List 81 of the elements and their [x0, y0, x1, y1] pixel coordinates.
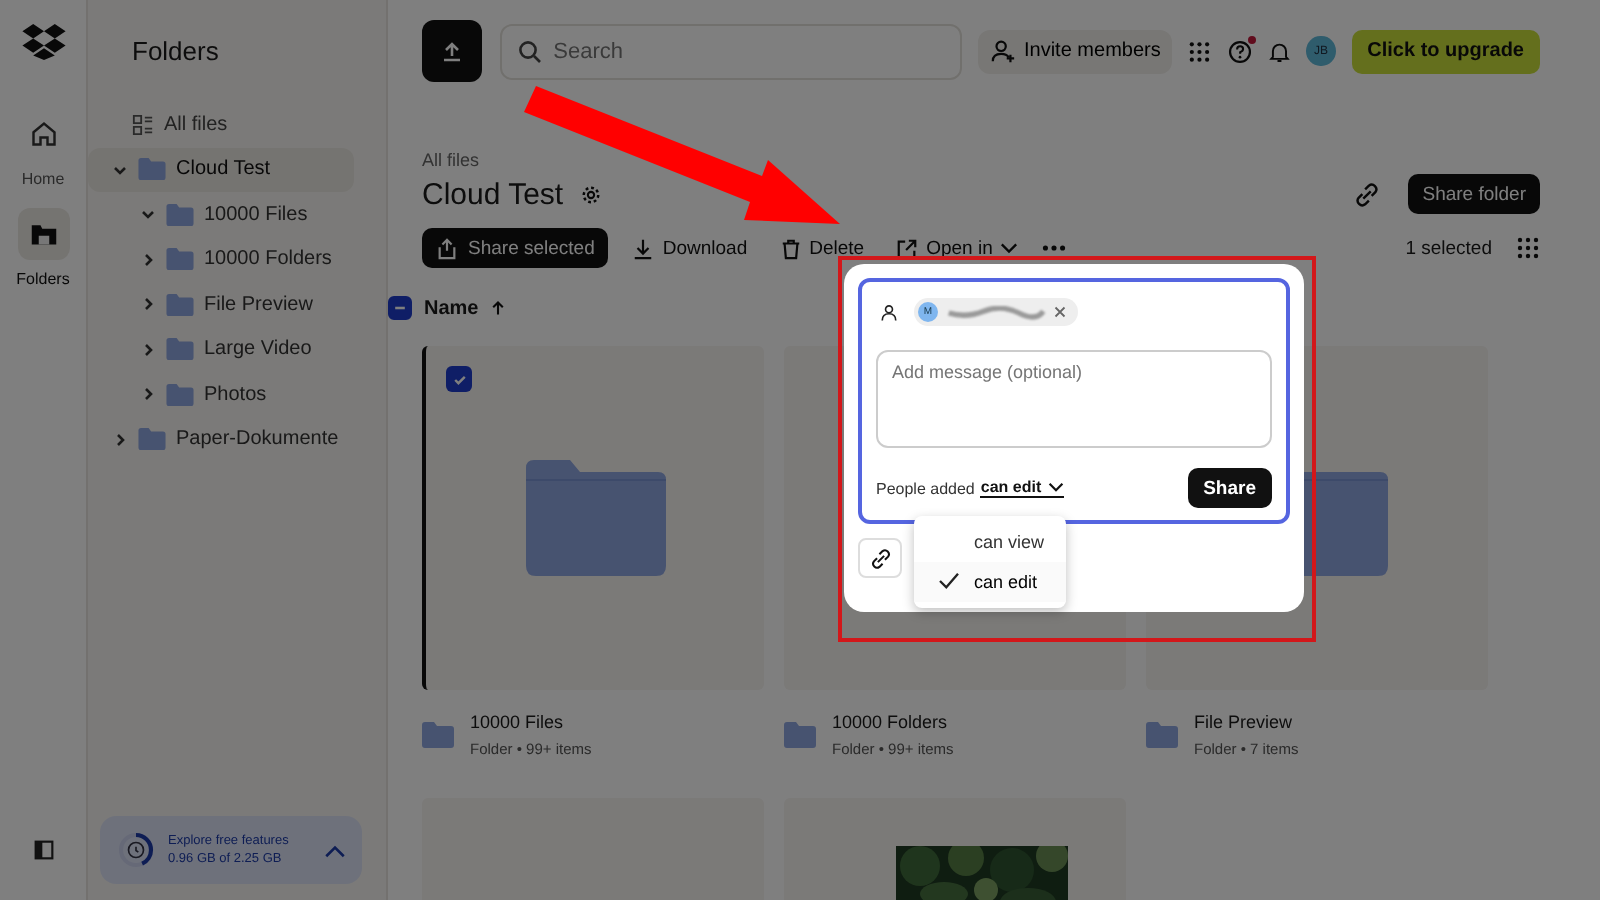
download-icon [632, 237, 655, 259]
all-files-link[interactable]: All files [88, 102, 354, 147]
breadcrumb-link[interactable]: All files [422, 150, 480, 170]
folder-icon [138, 428, 166, 451]
share-button[interactable]: Share [1187, 468, 1272, 508]
folder-tree-item[interactable]: Photos [88, 372, 354, 417]
folder-tree-item[interactable]: Large Video [88, 327, 354, 372]
delete-button[interactable]: Delete [771, 228, 873, 268]
share-icon [436, 237, 458, 259]
folder-icon [784, 722, 816, 748]
share-folder-button[interactable]: Share folder [1408, 174, 1540, 214]
share-selected-button[interactable]: Share selected [422, 228, 609, 268]
download-button[interactable]: Download [624, 228, 756, 268]
folder-icon [166, 338, 194, 361]
settings-icon[interactable] [579, 183, 602, 205]
chevron-icon [1000, 242, 1019, 254]
permission-label: People added [876, 479, 975, 497]
storage-meter-icon [116, 830, 156, 870]
folder-icon [525, 460, 665, 576]
files-icon [132, 113, 154, 136]
folder-icon [29, 220, 57, 248]
chevron-up-icon[interactable] [324, 843, 346, 857]
logo-icon[interactable] [21, 24, 65, 60]
folder-name[interactable]: 10000 Files [470, 712, 592, 732]
check-icon [451, 371, 467, 387]
folder-tree-item[interactable]: File Preview [88, 282, 354, 327]
search-icon [517, 39, 542, 63]
chevron-icon [1047, 482, 1064, 492]
search-field[interactable]: Search [499, 23, 962, 79]
chevron-icon [140, 341, 156, 358]
open-in-button[interactable]: Open in [888, 228, 1027, 268]
help-icon[interactable] [1227, 39, 1252, 63]
sort-arrow-icon[interactable] [490, 300, 507, 316]
folder-tree-item[interactable]: 10000 Folders [88, 237, 354, 282]
chevron-icon [140, 296, 156, 313]
folder-tree-item[interactable]: Paper-Dokumente [88, 417, 354, 462]
sidebar-toggle-icon[interactable] [33, 840, 53, 860]
upgrade-button[interactable]: Click to upgrade [1351, 29, 1540, 73]
folder-name[interactable]: 10000 Folders [832, 712, 954, 732]
folder-title: Cloud Test [422, 177, 564, 211]
select-all-checkbox[interactable] [388, 296, 412, 320]
check-icon [938, 572, 960, 590]
chevron-icon [140, 251, 156, 268]
selection-count: 1 selected [1405, 237, 1492, 259]
chevron-icon [112, 161, 128, 178]
folder-icon [138, 158, 166, 181]
sidebar-title: Folders [130, 36, 221, 66]
more-icon[interactable] [1042, 244, 1067, 252]
folder-tree-item[interactable]: Cloud Test [88, 147, 354, 192]
message-field[interactable]: Add message (optional) [876, 350, 1272, 448]
folder-tree-item[interactable]: 10000 Files [88, 192, 354, 237]
folder-icon [166, 383, 194, 406]
folder-name[interactable]: File Preview [1194, 712, 1299, 732]
link-icon [869, 547, 891, 569]
apps-grid-icon[interactable] [1188, 39, 1212, 63]
invite-members-button[interactable]: Invite members [978, 29, 1173, 73]
name-column-header[interactable]: Name [424, 297, 479, 319]
upload-icon [439, 39, 464, 63]
person-add-icon [990, 38, 1016, 64]
grid-view-icon[interactable] [1516, 236, 1540, 260]
home-icon [29, 120, 57, 148]
nav-item[interactable]: Home [17, 108, 69, 188]
link-icon[interactable] [1354, 181, 1381, 207]
menu-item[interactable]: can view [974, 532, 1045, 552]
folder-icon [166, 203, 194, 226]
upload-button[interactable] [422, 20, 482, 82]
chevron-icon [112, 431, 128, 448]
open-icon [896, 237, 919, 259]
chevron-icon [140, 386, 156, 403]
bell-icon[interactable] [1267, 39, 1291, 63]
folder-icon [1146, 722, 1178, 748]
person-icon [880, 303, 898, 321]
chevron-icon [140, 206, 156, 223]
folder-icon [422, 722, 454, 748]
permission-dropdown[interactable]: can edit [980, 478, 1064, 498]
folder-icon [166, 248, 194, 271]
close-icon[interactable] [1054, 306, 1066, 318]
trash-icon [779, 237, 802, 259]
copy-link-button[interactable] [858, 538, 902, 578]
folder-icon [166, 293, 194, 316]
checkbox[interactable] [446, 366, 472, 392]
